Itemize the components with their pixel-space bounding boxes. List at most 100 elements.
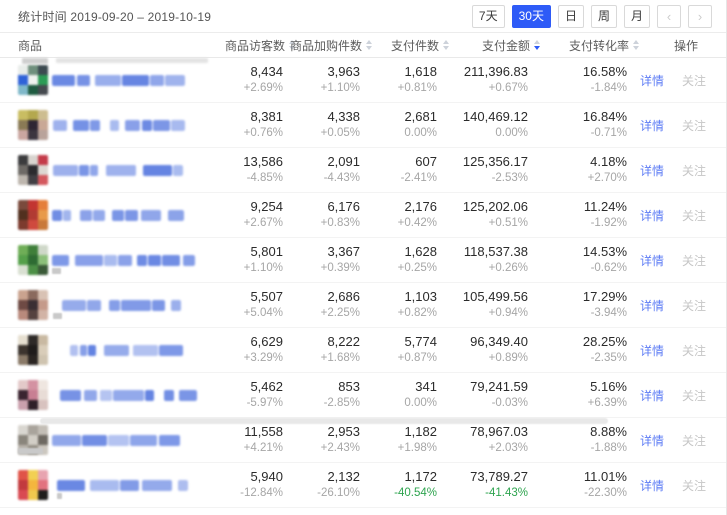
product-name-redacted[interactable] [52,210,184,221]
conversion-value: 4.18% [528,154,627,170]
detail-link[interactable]: 详情 [640,117,664,134]
visitors-value: 9,254 [210,199,283,215]
column-header-pay-amount[interactable]: 支付金额 [437,37,528,54]
range-button-7d[interactable]: 7天 [472,5,505,28]
follow-link[interactable]: 关注 [682,432,706,449]
visitors-cell: 8,381 +0.76% [210,109,283,141]
pay-items-cell: 607 -2.41% [360,154,437,186]
pay-amount-value: 125,202.06 [437,199,528,215]
product-name-redacted[interactable] [70,345,187,356]
visitors-cell: 5,801 +1.10% [210,244,283,276]
product-name-redacted-line2 [53,313,62,319]
column-header-pay-items[interactable]: 支付件数 [360,37,437,54]
product-thumbnail[interactable] [18,200,48,230]
product-cell [18,373,210,417]
product-name-redacted[interactable] [53,120,185,131]
conversion-cell: 16.84% -0.71% [528,109,627,141]
product-name-redacted[interactable] [57,480,188,491]
product-cell [18,103,210,147]
pay-items-cell: 2,176 +0.42% [360,199,437,231]
prev-page-icon[interactable]: ‹ [657,5,681,28]
range-button-30d[interactable]: 30天 [512,5,551,28]
follow-link[interactable]: 关注 [682,117,706,134]
addcart-change: -4.43% [283,171,360,186]
product-name-redacted[interactable] [53,165,183,176]
product-thumbnail[interactable] [18,245,48,275]
product-cell [18,283,210,327]
follow-link[interactable]: 关注 [682,72,706,89]
follow-link[interactable]: 关注 [682,342,706,359]
pay-amount-value: 211,396.83 [437,64,528,80]
product-name-redacted[interactable] [52,435,187,446]
conversion-value: 14.53% [528,244,627,260]
product-thumbnail[interactable] [18,470,48,500]
follow-link[interactable]: 关注 [682,297,706,314]
visitors-cell: 6,629 +3.29% [210,334,283,366]
visitors-value: 13,586 [210,154,283,170]
product-thumbnail[interactable] [18,110,48,140]
product-cell [18,193,210,237]
pay-items-change: 0.00% [360,126,437,141]
product-thumbnail[interactable] [18,380,48,410]
detail-link[interactable]: 详情 [640,432,664,449]
detail-link[interactable]: 详情 [640,162,664,179]
follow-link[interactable]: 关注 [682,162,706,179]
detail-link[interactable]: 详情 [640,387,664,404]
conversion-change: +6.39% [528,396,627,411]
table-row: 5,462 -5.97% 853 -2.85% 341 0.00% 79,241… [0,373,726,418]
product-name-redacted[interactable] [52,75,185,86]
addcart-change: +0.05% [283,126,360,141]
addcart-value: 6,176 [283,199,360,215]
visitors-value: 5,801 [210,244,283,260]
column-header-conversion[interactable]: 支付转化率 [528,37,627,54]
detail-link[interactable]: 详情 [640,252,664,269]
product-thumbnail[interactable] [18,155,48,185]
conversion-value: 16.58% [528,64,627,80]
column-header-addcart[interactable]: 商品加购件数 [283,37,360,54]
range-button-month[interactable]: 月 [624,5,650,28]
detail-link[interactable]: 详情 [640,342,664,359]
visitors-change: +5.04% [210,306,283,321]
visitors-value: 8,381 [210,109,283,125]
visitors-change: -12.84% [210,486,283,501]
column-header-visitors[interactable]: 商品访客数 [210,37,283,54]
follow-link[interactable]: 关注 [682,207,706,224]
range-button-week[interactable]: 周 [591,5,617,28]
pay-items-cell: 1,103 +0.82% [360,289,437,321]
pay-items-value: 1,182 [360,424,437,440]
addcart-value: 2,686 [283,289,360,305]
product-name-redacted[interactable] [60,390,197,401]
pay-amount-change: +2.03% [437,441,528,456]
follow-link[interactable]: 关注 [682,387,706,404]
actions-cell: 详情 关注 [627,297,711,314]
pay-amount-change: +0.26% [437,261,528,276]
product-name-redacted[interactable] [52,255,195,266]
product-thumbnail[interactable] [18,65,48,95]
addcart-cell: 4,338 +0.05% [283,109,360,141]
pay-amount-cell: 73,789.27 -41.43% [437,469,528,501]
detail-link[interactable]: 详情 [640,207,664,224]
detail-link[interactable]: 详情 [640,297,664,314]
table-row: 11,558 +4.21% 2,953 +2.43% 1,182 +1.98% … [0,418,726,463]
addcart-value: 3,367 [283,244,360,260]
follow-link[interactable]: 关注 [682,477,706,494]
addcart-change: +2.43% [283,441,360,456]
detail-link[interactable]: 详情 [640,72,664,89]
pay-items-change: +0.81% [360,81,437,96]
pay-items-value: 1,172 [360,469,437,485]
conversion-change: -22.30% [528,486,627,501]
range-button-day[interactable]: 日 [558,5,584,28]
addcart-value: 3,963 [283,64,360,80]
next-page-icon[interactable]: › [688,5,712,28]
follow-link[interactable]: 关注 [682,252,706,269]
product-thumbnail[interactable] [18,335,48,365]
product-name-redacted[interactable] [62,300,187,311]
detail-link[interactable]: 详情 [640,477,664,494]
pay-amount-value: 118,537.38 [437,244,528,260]
pay-amount-change: +0.51% [437,216,528,231]
visitors-value: 5,462 [210,379,283,395]
pay-amount-cell: 96,349.40 +0.89% [437,334,528,366]
product-thumbnail[interactable] [18,290,48,320]
table-row: 13,586 -4.85% 2,091 -4.43% 607 -2.41% 12… [0,148,726,193]
visitors-change: +2.67% [210,216,283,231]
